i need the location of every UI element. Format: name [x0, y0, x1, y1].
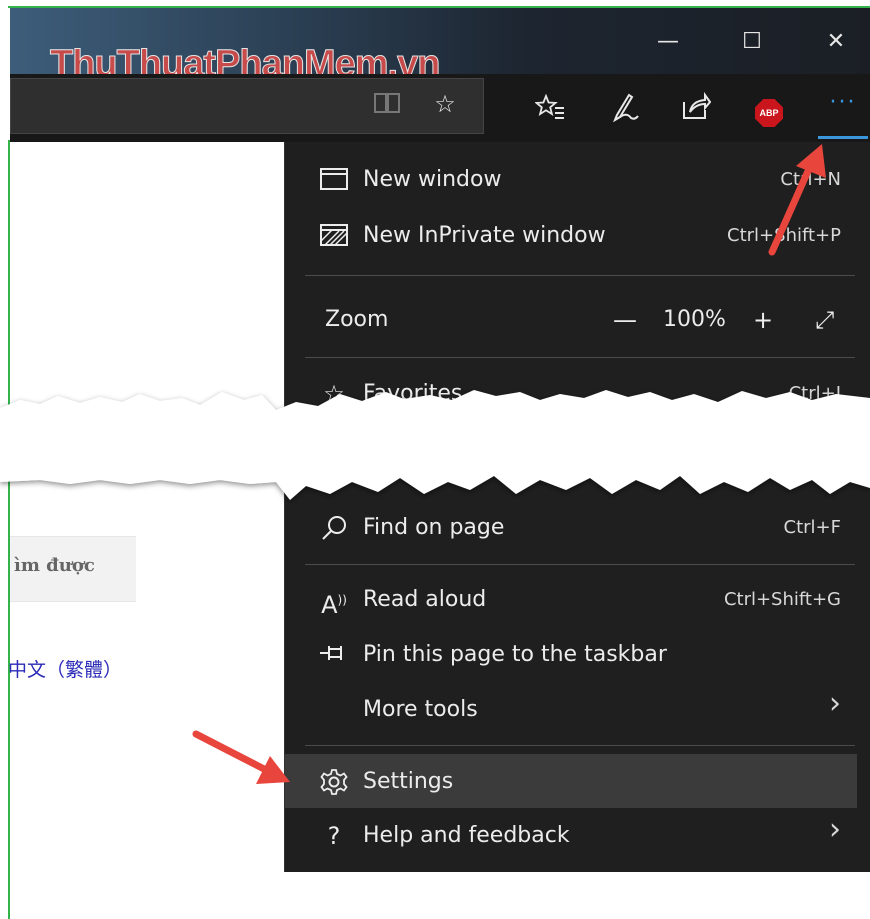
adblock-icon[interactable]: ABP — [755, 99, 783, 127]
menu-item-label: New window — [363, 167, 502, 192]
menu-divider — [305, 745, 855, 746]
star-icon[interactable]: ☆ — [425, 89, 465, 119]
window-icon — [319, 166, 349, 196]
menu-item-shortcut: Ctrl+Shift+G — [723, 589, 841, 610]
share-icon[interactable] — [676, 91, 716, 127]
menu-divider — [305, 275, 855, 276]
browser-toolbar: ☆ ABP ··· — [10, 74, 870, 142]
zoom-label: Zoom — [325, 307, 389, 332]
menu-item-more-tools[interactable]: More tools › — [285, 682, 857, 736]
fullscreen-icon[interactable]: ⤢ — [815, 306, 834, 334]
zoom-in-button[interactable]: + — [753, 306, 773, 334]
more-button-active-indicator — [818, 136, 868, 139]
zoom-level: 100% — [663, 307, 726, 332]
pen-icon[interactable] — [604, 92, 644, 129]
search-button-label: ìm được — [14, 555, 95, 576]
menu-item-shortcut: Ctrl+F — [783, 517, 841, 538]
maximize-button[interactable]: ☐ — [722, 16, 782, 66]
address-bar[interactable]: ☆ — [10, 78, 484, 134]
gear-icon — [319, 768, 349, 798]
menu-item-read-aloud[interactable]: A)) Read aloud Ctrl+Shift+G — [285, 572, 857, 626]
annotation-arrow-settings — [192, 730, 290, 784]
menu-divider — [305, 357, 855, 358]
screenshot-border-left — [8, 140, 10, 919]
close-button[interactable]: ✕ — [806, 16, 866, 66]
menu-item-label: Settings — [363, 769, 454, 794]
pin-icon — [319, 641, 349, 671]
menu-item-label: New InPrivate window — [363, 223, 606, 248]
menu-item-label: Find on page — [363, 515, 505, 540]
menu-item-help-and-feedback[interactable]: ? Help and feedback › — [285, 808, 857, 862]
help-icon: ? — [327, 822, 341, 850]
chevron-right-icon: › — [829, 686, 841, 721]
annotation-arrow-more — [768, 144, 826, 256]
menu-item-label: More tools — [363, 697, 478, 722]
menu-item-label: Help and feedback — [363, 823, 570, 848]
more-button[interactable]: ··· — [818, 90, 868, 130]
chevron-right-icon: › — [829, 812, 841, 847]
inprivate-window-icon — [319, 222, 349, 252]
read-aloud-icon: A)) — [321, 591, 347, 619]
menu-item-label: Read aloud — [363, 587, 487, 612]
search-icon — [319, 514, 349, 544]
menu-item-pin-to-taskbar[interactable]: Pin this page to the taskbar — [285, 627, 857, 681]
menu-item-zoom: Zoom — 100% + ⤢ — [285, 292, 857, 346]
menu-item-label: Pin this page to the taskbar — [363, 642, 667, 667]
favorites-list-icon[interactable] — [530, 93, 570, 127]
menu-divider — [305, 564, 855, 565]
minimize-button[interactable]: — — [638, 16, 698, 66]
reading-view-icon[interactable] — [367, 91, 407, 121]
search-button[interactable]: ìm được — [10, 536, 136, 602]
menu-item-settings[interactable]: Settings — [285, 754, 857, 808]
zoom-out-button[interactable]: — — [613, 306, 637, 334]
language-link[interactable]: 中文（繁體） — [8, 655, 122, 682]
torn-paper-divider — [0, 390, 870, 500]
